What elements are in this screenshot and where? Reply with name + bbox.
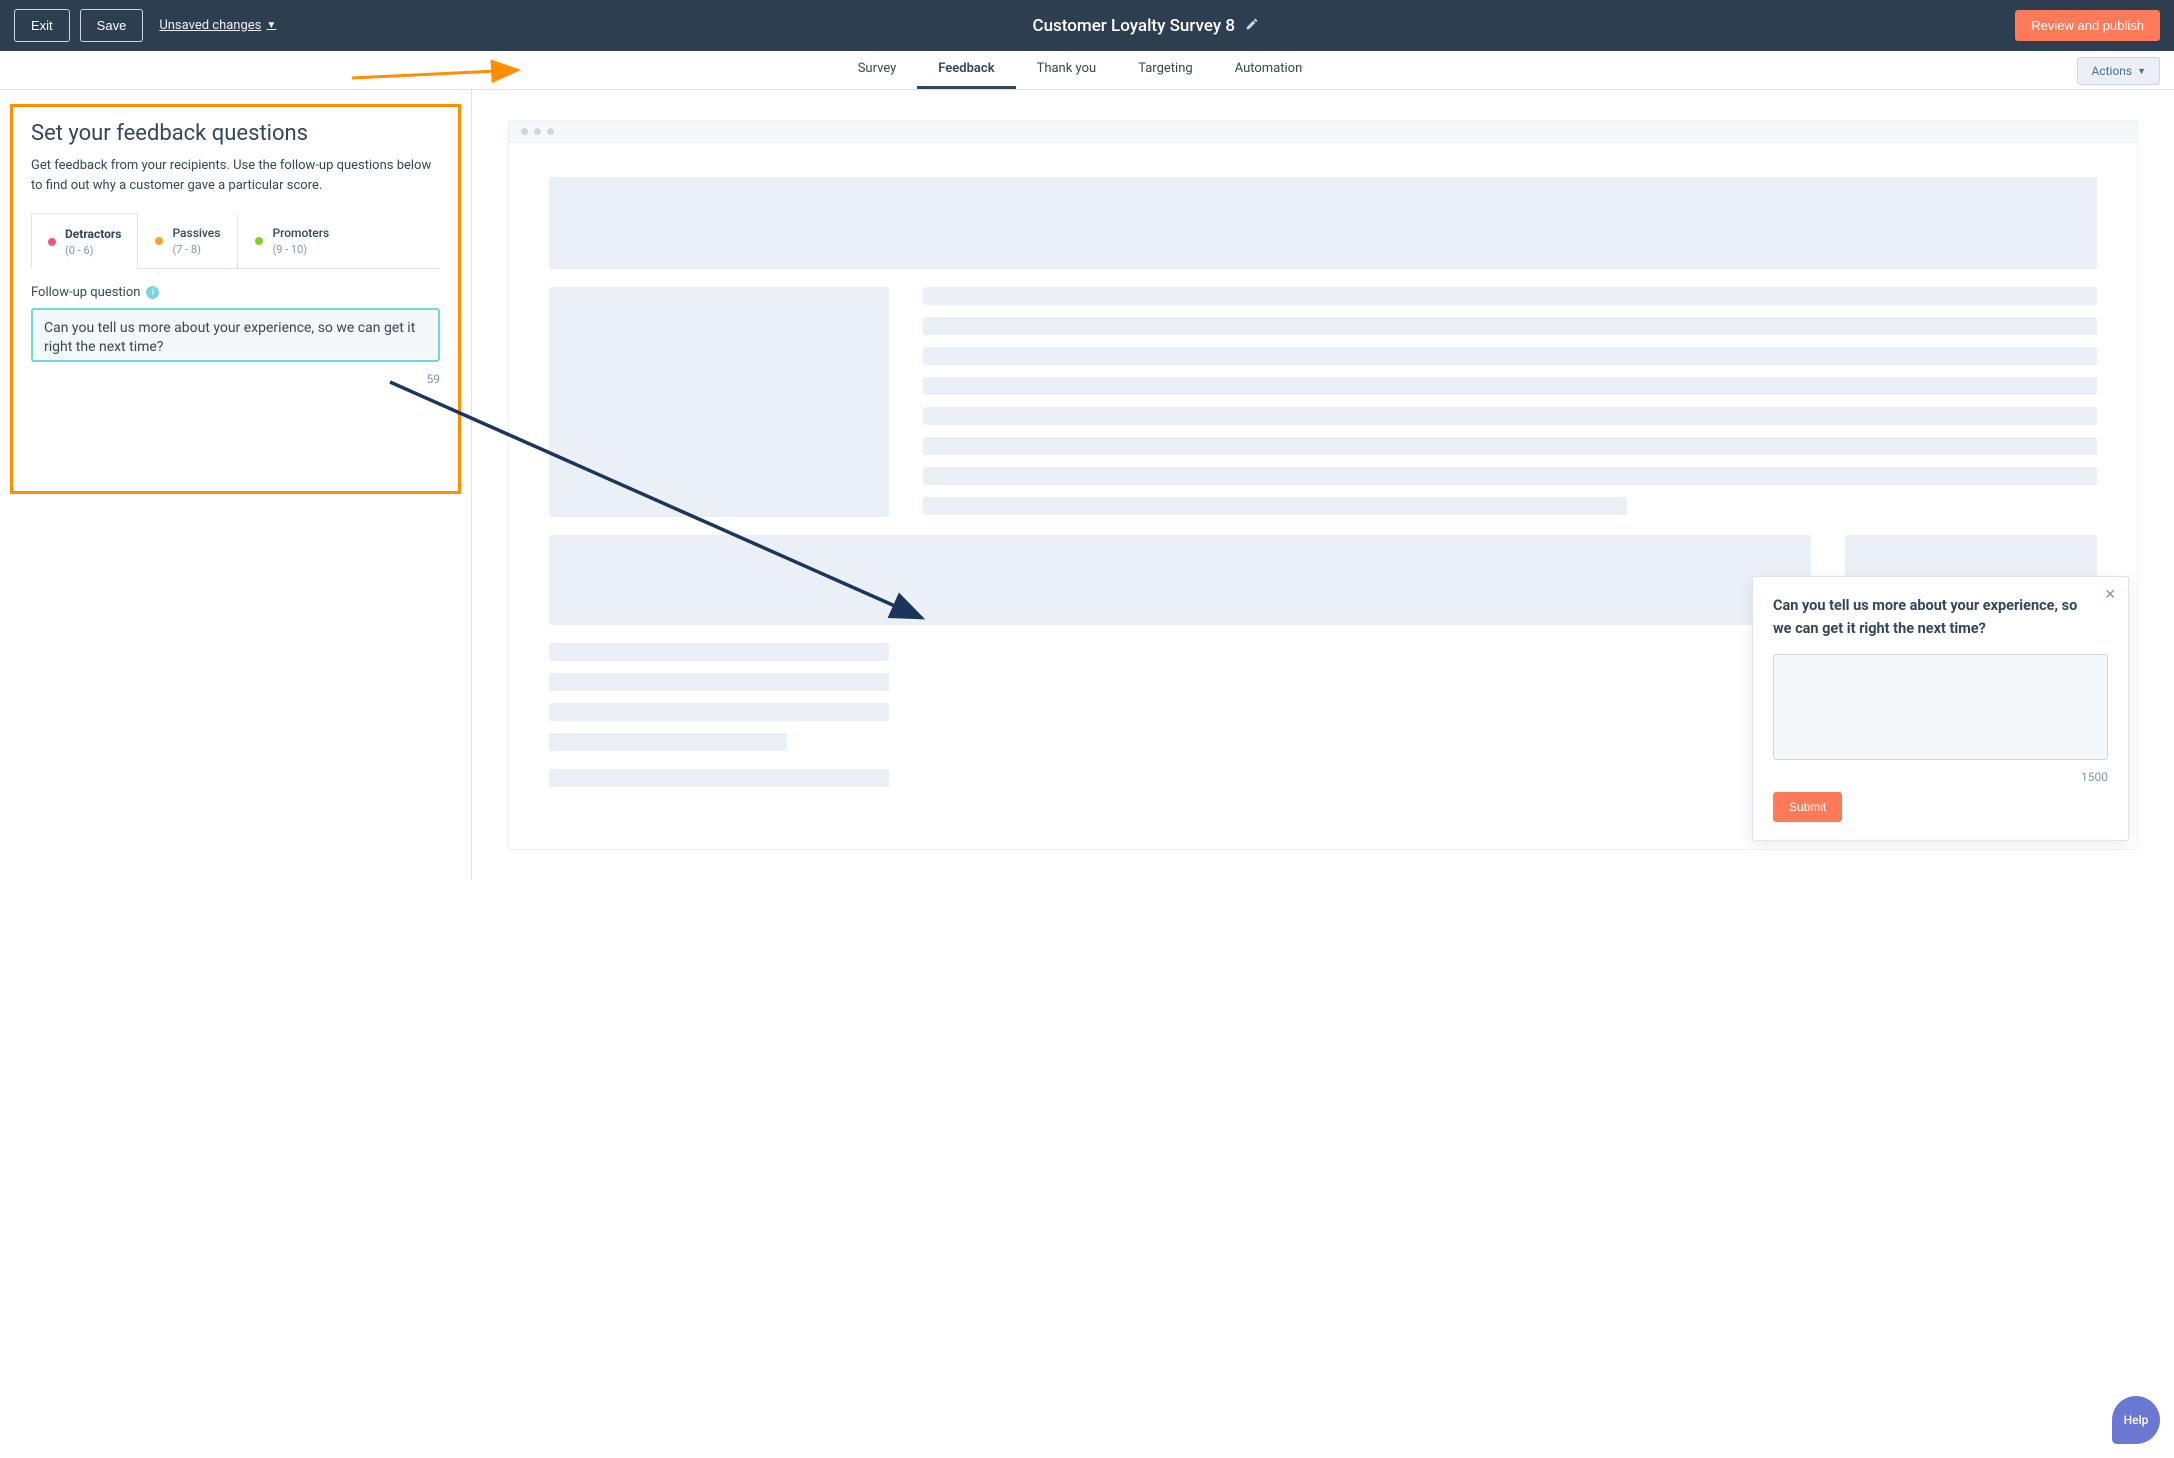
skeleton-line: [923, 407, 2097, 425]
review-publish-button[interactable]: Review and publish: [2015, 10, 2160, 41]
window-dots-icon: [509, 121, 2137, 143]
info-icon[interactable]: i: [146, 286, 159, 299]
tab-feedback[interactable]: Feedback: [917, 51, 1015, 89]
skeleton-block: [549, 177, 2097, 269]
panel-title: Set your feedback questions: [31, 121, 440, 146]
skeleton-block: [549, 287, 889, 517]
skeleton-line: [923, 317, 2097, 335]
tab-automation[interactable]: Automation: [1214, 51, 1324, 89]
followup-label: Follow-up question: [31, 285, 140, 300]
edit-title-icon[interactable]: [1245, 16, 1259, 36]
skeleton-line: [923, 347, 2097, 365]
skeleton-line: [549, 673, 889, 691]
actions-label: Actions: [2091, 64, 2132, 78]
config-column: Set your feedback questions Get feedback…: [0, 90, 472, 880]
segment-tab-passives[interactable]: Passives (7 - 8): [138, 213, 238, 268]
skeleton-line: [549, 643, 889, 661]
char-count: 59: [31, 372, 440, 386]
exit-button[interactable]: Exit: [14, 9, 70, 42]
skeleton-line: [923, 377, 2097, 395]
panel-description: Get feedback from your recipients. Use t…: [31, 156, 440, 195]
segment-tab-detractors[interactable]: Detractors (0 - 6): [31, 213, 138, 269]
followup-textarea[interactable]: [31, 308, 440, 362]
help-button[interactable]: Help: [2112, 1396, 2160, 1444]
skeleton-line: [923, 287, 2097, 305]
header-bar: Exit Save Unsaved changes ▼ Customer Loy…: [0, 0, 2174, 51]
segment-range: (9 - 10): [272, 243, 329, 256]
segment-label: Promoters: [272, 226, 329, 240]
preview-column: ✕ Can you tell us more about your experi…: [472, 90, 2174, 880]
page-title: Customer Loyalty Survey 8: [1032, 16, 1235, 36]
skeleton-line: [923, 467, 2097, 485]
save-button[interactable]: Save: [80, 9, 144, 42]
segment-tab-promoters[interactable]: Promoters (9 - 10): [238, 213, 345, 268]
popup-question: Can you tell us more about your experien…: [1773, 595, 2108, 640]
survey-popup: ✕ Can you tell us more about your experi…: [1752, 576, 2129, 841]
skeleton-line: [549, 703, 889, 721]
tab-targeting[interactable]: Targeting: [1117, 51, 1213, 89]
dot-icon: [48, 238, 56, 246]
segment-range: (0 - 6): [65, 244, 121, 257]
caret-down-icon: ▼: [2137, 66, 2146, 77]
unsaved-changes-menu[interactable]: Unsaved changes ▼: [159, 18, 276, 33]
segment-range: (7 - 8): [172, 243, 220, 256]
preview-window: ✕ Can you tell us more about your experi…: [508, 120, 2138, 850]
page-title-wrap: Customer Loyalty Survey 8: [1032, 16, 1259, 36]
skeleton-line: [923, 497, 1627, 515]
actions-dropdown[interactable]: Actions ▼: [2077, 57, 2160, 85]
skeleton-line: [549, 769, 889, 787]
segment-label: Detractors: [65, 227, 121, 241]
unsaved-changes-label: Unsaved changes: [159, 18, 261, 33]
dot-icon: [255, 237, 263, 245]
popup-char-limit: 1500: [1773, 770, 2108, 784]
skeleton-line: [923, 437, 2097, 455]
feedback-questions-panel: Set your feedback questions Get feedback…: [10, 104, 461, 494]
caret-down-icon: ▼: [266, 20, 276, 31]
submit-button[interactable]: Submit: [1773, 792, 1842, 822]
segment-tabs: Detractors (0 - 6) Passives (7 - 8) Prom…: [31, 213, 440, 269]
segment-label: Passives: [172, 226, 220, 240]
popup-response-textarea[interactable]: [1773, 654, 2108, 760]
tab-survey[interactable]: Survey: [837, 51, 918, 89]
tab-thank-you[interactable]: Thank you: [1016, 51, 1118, 89]
skeleton-block: [549, 535, 1811, 625]
close-icon[interactable]: ✕: [2104, 587, 2116, 603]
dot-icon: [155, 237, 163, 245]
followup-label-row: Follow-up question i: [31, 285, 440, 300]
tabs-bar: Survey Feedback Thank you Targeting Auto…: [0, 51, 2174, 90]
skeleton-line: [549, 733, 787, 751]
